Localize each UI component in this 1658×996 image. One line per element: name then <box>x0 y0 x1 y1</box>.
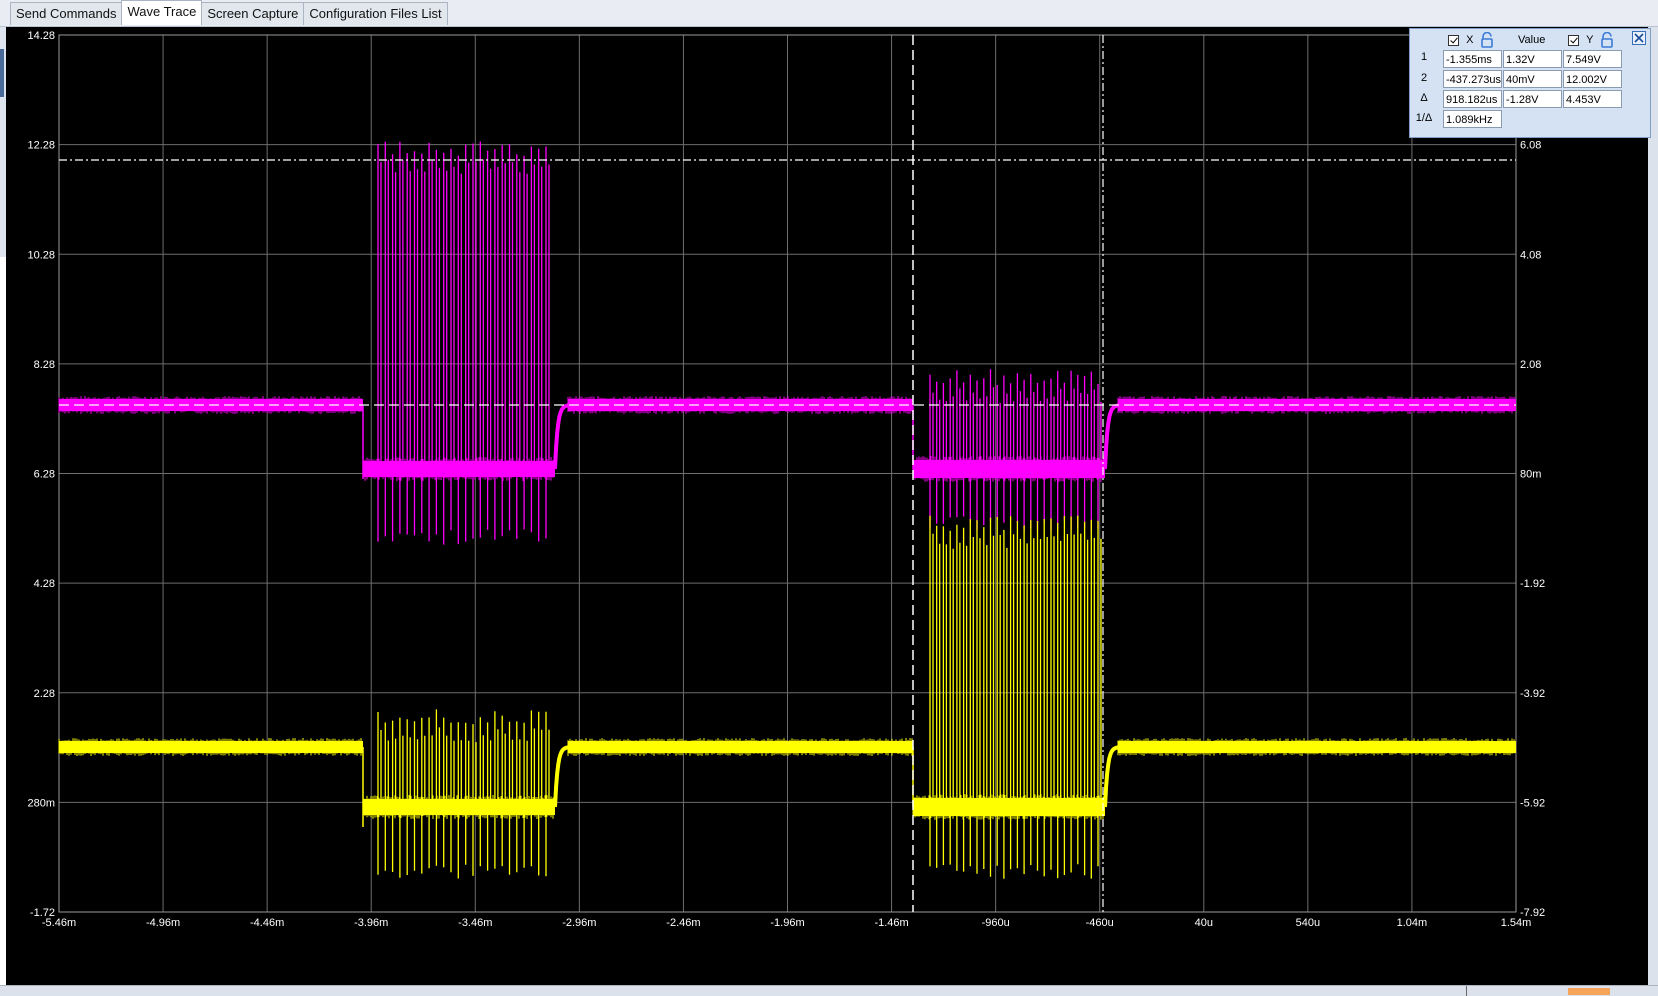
x-axis-label: -1.96m <box>770 917 804 929</box>
tab-send-commands[interactable]: Send Commands <box>10 2 123 25</box>
x-header: X <box>1448 31 1494 49</box>
right-axis-label: 6.08 <box>1520 140 1541 152</box>
status-bar <box>0 985 1658 996</box>
right-scrollbar[interactable] <box>1648 27 1658 995</box>
row-delta-x: 918.182us <box>1443 90 1502 108</box>
ch2-ramp <box>1103 745 1119 808</box>
left-axis-label: 8.28 <box>34 359 55 371</box>
row-2-label: 2 <box>1420 72 1428 84</box>
row-2-value: 40mV <box>1503 70 1562 88</box>
x-axis-label: -960u <box>982 917 1010 929</box>
row-inv-delta-label: 1/Δ <box>1415 112 1433 124</box>
row-2-y: 12.002V <box>1563 70 1622 88</box>
scope-plot: 14.2812.2810.288.286.284.282.28280m-1.72… <box>27 30 1545 929</box>
y-lock-icon[interactable] <box>1600 32 1614 48</box>
cursor-measurement-panel: X Value Y 1 -1.355ms 1.32V 7.549V 2 -437… <box>1409 28 1651 138</box>
x-axis-label: -5.46m <box>42 917 76 929</box>
tabs: Send Commands Wave Trace Screen Capture … <box>10 0 448 25</box>
tab-bar: Send Commands Wave Trace Screen Capture … <box>0 0 1658 27</box>
x-lock-icon[interactable] <box>1480 32 1494 48</box>
ch2-ripple <box>567 738 913 756</box>
right-axis-label: 80m <box>1520 469 1541 481</box>
x-axis-labels: -5.46m -4.96m -4.46m -3.96m -3.46m -2.96m -2.4… <box>42 917 1531 929</box>
wave-trace-scope[interactable]: 14.28 12.28 10.28 8.28 6.28 4.28 2.28 280m -1.72… <box>6 27 1648 985</box>
row-1-x: -1.355ms <box>1443 50 1502 68</box>
x-axis-label: -1.46m <box>874 917 908 929</box>
x-axis-label: -3.96m <box>354 917 388 929</box>
ch2-ramp <box>553 745 569 808</box>
value-header: Value <box>1518 34 1546 46</box>
y-header-label: Y <box>1586 34 1594 46</box>
right-axis-label: -3.92 <box>1520 688 1545 700</box>
left-axis-label: 280m <box>27 797 55 809</box>
row-1-label: 1 <box>1420 51 1428 63</box>
close-icon <box>1634 33 1644 43</box>
right-axis-label: -5.92 <box>1520 797 1545 809</box>
ch2-spikes <box>377 709 550 879</box>
x-axis-label: -460u <box>1086 917 1114 929</box>
row-delta-y: 4.453V <box>1563 90 1622 108</box>
splitter-grip <box>0 49 4 97</box>
row-1-y: 7.549V <box>1563 50 1622 68</box>
ch1-spikes <box>377 141 550 545</box>
ch1-ramp <box>1103 403 1119 470</box>
x-axis-label: -3.46m <box>458 917 492 929</box>
tab-screen-capture[interactable]: Screen Capture <box>201 2 305 25</box>
x-axis-label: -4.46m <box>250 917 284 929</box>
row-inv-delta-x: 1.089kHz <box>1443 110 1502 128</box>
left-axis-label: 10.28 <box>27 249 55 261</box>
x-axis-label: -2.96m <box>562 917 596 929</box>
x-axis-label: 1.54m <box>1501 917 1532 929</box>
row-1-value: 1.32V <box>1503 50 1562 68</box>
grid <box>58 34 1517 913</box>
tab-configuration-files-list[interactable]: Configuration Files List <box>303 2 448 25</box>
left-axis-label: 6.28 <box>34 469 55 481</box>
ch2-spikes <box>929 515 1102 879</box>
y-header: Y <box>1568 31 1614 49</box>
left-axis-labels: 14.2812.2810.288.286.284.282.28280m-1.72 <box>27 30 55 919</box>
ch1-spikes <box>929 369 1102 532</box>
left-axis-label: 12.28 <box>27 140 55 152</box>
x-axis-label: 540u <box>1296 917 1320 929</box>
left-axis-label: 4.28 <box>34 578 55 590</box>
row-2-x: -437.273us <box>1443 70 1502 88</box>
x-checkbox[interactable] <box>1448 34 1459 46</box>
x-header-label: X <box>1466 34 1474 46</box>
left-axis-label: 14.28 <box>27 30 55 42</box>
panel-close-button[interactable] <box>1632 31 1646 45</box>
right-axis-label: 4.08 <box>1520 249 1541 261</box>
right-axis-labels: 6.084.082.0880m-1.92-3.92-5.92-7.92 <box>1520 140 1545 919</box>
right-axis-label: 2.08 <box>1520 359 1541 371</box>
status-indicator <box>1568 988 1610 995</box>
ch1-ramp <box>553 403 569 470</box>
x-axis-label: -2.46m <box>666 917 700 929</box>
left-axis-label: 2.28 <box>34 688 55 700</box>
row-delta-label: Δ <box>1420 92 1428 104</box>
x-axis-label: -4.96m <box>146 917 180 929</box>
row-delta-value: -1.28V <box>1503 90 1562 108</box>
tab-wave-trace[interactable]: Wave Trace <box>121 0 203 25</box>
x-axis-label: 1.04m <box>1397 917 1428 929</box>
x-axis-label: 40u <box>1195 917 1213 929</box>
y-checkbox[interactable] <box>1568 34 1579 46</box>
right-axis-label: -1.92 <box>1520 578 1545 590</box>
